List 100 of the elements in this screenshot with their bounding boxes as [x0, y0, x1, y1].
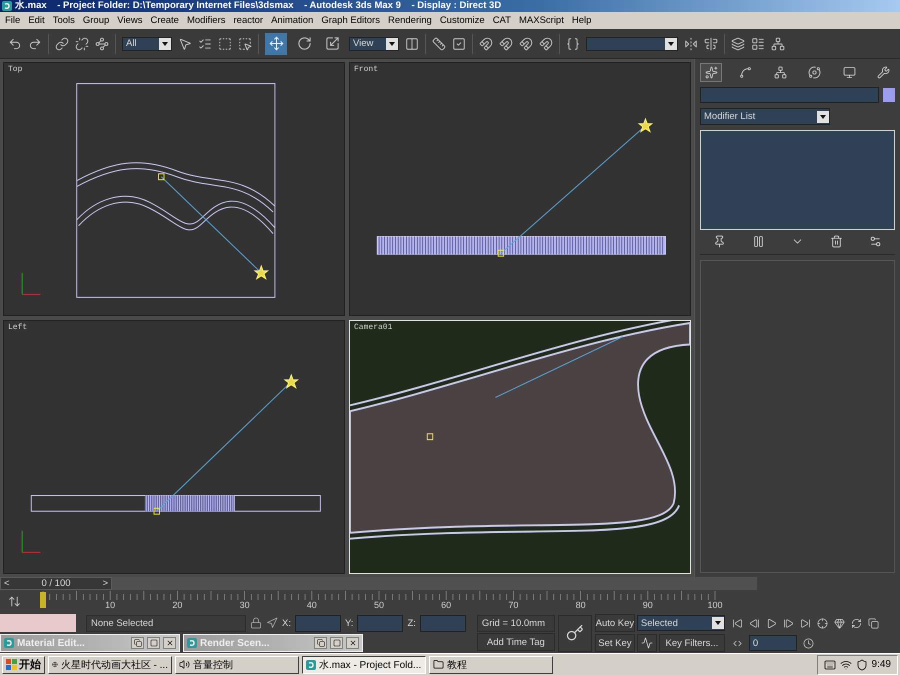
nodes-icon[interactable] — [95, 36, 109, 50]
menu-item[interactable]: Group — [78, 15, 114, 26]
curve-icon[interactable] — [640, 637, 653, 649]
viewport-label[interactable]: Front — [354, 65, 378, 74]
list-icon[interactable] — [198, 36, 212, 50]
close-button[interactable] — [163, 637, 176, 649]
next-frame-button[interactable]: > — [102, 578, 108, 589]
auto-key-button[interactable]: Auto Key — [594, 614, 635, 632]
maxscript-listener-field[interactable] — [0, 614, 76, 632]
menu-item[interactable]: MAXScript — [514, 15, 568, 26]
dashed-square-icon[interactable] — [218, 36, 232, 50]
broken-link-icon[interactable] — [75, 36, 89, 50]
menu-item[interactable]: CAT — [488, 15, 515, 26]
taskbar-button[interactable]: 音量控制 — [175, 656, 299, 674]
magnet-icon[interactable] — [479, 36, 493, 50]
menu-item[interactable]: Views — [113, 15, 146, 26]
set-key-mode-button[interactable]: Set Key — [594, 634, 635, 652]
monitor-icon[interactable] — [842, 66, 856, 79]
mirror-icon[interactable] — [684, 36, 698, 50]
keyboard-icon[interactable] — [824, 658, 836, 670]
maximize-icon[interactable] — [332, 639, 340, 647]
split-square-icon[interactable] — [405, 36, 419, 50]
menu-item[interactable]: Create — [146, 15, 183, 26]
time-slider-track[interactable]: < 0 / 100 > — [0, 577, 757, 590]
menu-item[interactable]: Tools — [48, 15, 79, 26]
create-tab[interactable] — [700, 63, 722, 82]
move-button[interactable] — [265, 32, 287, 54]
maximize-icon[interactable] — [150, 639, 158, 647]
dashed-square-pointer-icon[interactable] — [238, 36, 252, 50]
pointer-icon[interactable] — [178, 36, 192, 50]
viewport[interactable]: Camera01 — [349, 320, 691, 574]
curve-icon[interactable] — [739, 66, 752, 79]
modifier-stack-list[interactable] — [700, 130, 895, 230]
previous-frame-icon[interactable] — [748, 618, 760, 628]
ruler-icon[interactable] — [432, 36, 446, 50]
reference-coordinate-dropdown[interactable]: View — [349, 36, 399, 50]
tangent-button[interactable] — [636, 634, 657, 652]
z-coordinate-field[interactable] — [420, 614, 466, 632]
scale-icon[interactable] — [324, 36, 340, 51]
menu-item[interactable]: Customize — [436, 15, 489, 26]
viewport[interactable]: Left — [3, 320, 345, 574]
configure-icon[interactable] — [869, 235, 882, 248]
time-marker[interactable] — [40, 592, 46, 608]
windows-icon[interactable] — [868, 618, 879, 628]
time-slider-thumb[interactable]: < 0 / 100 > — [0, 577, 112, 590]
arrow-icon[interactable] — [266, 617, 278, 629]
first-frame-icon[interactable] — [732, 618, 743, 628]
rotate-icon[interactable] — [296, 36, 312, 51]
hierarchy-icon[interactable] — [774, 66, 787, 79]
restore-icon[interactable] — [134, 639, 142, 647]
menu-item[interactable]: Modifiers — [182, 15, 230, 26]
sparkle-icon[interactable] — [704, 66, 718, 79]
close-button[interactable] — [346, 637, 359, 649]
selection-filter-dropdown[interactable]: All — [122, 36, 172, 50]
align-icon[interactable] — [704, 36, 718, 50]
key-filters-button[interactable]: Key Filters... — [658, 634, 725, 652]
last-frame-icon[interactable] — [800, 618, 811, 628]
move-icon[interactable] — [268, 36, 284, 51]
taskbar-button[interactable]: 教程 — [429, 656, 553, 674]
menu-item[interactable]: Rendering — [384, 15, 436, 26]
menu-item[interactable]: reactor — [230, 15, 268, 26]
viewport-label[interactable]: Camera01 — [354, 323, 392, 332]
time-configuration-icon[interactable] — [802, 638, 814, 648]
set-key-button[interactable] — [558, 614, 592, 652]
two-bars-icon[interactable] — [752, 235, 765, 248]
lock-icon[interactable] — [250, 617, 262, 629]
maximize-button[interactable] — [330, 637, 343, 649]
play-icon[interactable] — [766, 618, 777, 628]
redo-icon[interactable] — [28, 36, 42, 50]
next-frame-icon[interactable] — [782, 618, 794, 628]
magnet-icon[interactable] — [499, 36, 513, 50]
orbit-icon[interactable] — [808, 66, 822, 79]
restore-icon[interactable] — [316, 639, 324, 647]
restore-button[interactable] — [131, 637, 144, 649]
menu-item[interactable]: Animation — [267, 15, 318, 26]
menu-item[interactable]: Graph Editors — [317, 15, 384, 26]
taskbar-button[interactable]: 火星时代动画大社区 - ... — [48, 656, 172, 674]
close-icon[interactable] — [348, 639, 356, 647]
modifier-list-dropdown[interactable]: Modifier List — [700, 108, 830, 125]
previous-frame-button[interactable]: < — [4, 578, 10, 589]
maximize-button[interactable] — [147, 637, 160, 649]
add-time-tag-button[interactable]: Add Time Tag — [476, 633, 555, 651]
gem-icon[interactable] — [834, 618, 845, 628]
magnet-icon[interactable] — [539, 36, 553, 50]
named-selection-dropdown[interactable] — [586, 36, 678, 50]
current-frame-field[interactable]: 0 — [748, 635, 797, 651]
restore-button[interactable] — [314, 637, 327, 649]
close-icon[interactable] — [166, 639, 174, 647]
viewport[interactable]: Front — [349, 62, 691, 316]
trash-icon[interactable] — [830, 235, 843, 248]
viewport-label[interactable]: Left — [8, 323, 28, 332]
undo-icon[interactable] — [8, 36, 22, 50]
braces-icon[interactable] — [566, 36, 580, 50]
curve-editor-toggle-icon[interactable] — [8, 595, 21, 608]
chain-link-icon[interactable] — [55, 36, 69, 50]
viewport[interactable]: Top — [3, 62, 345, 316]
magnet-icon[interactable] — [519, 36, 533, 50]
y-coordinate-field[interactable] — [357, 614, 404, 632]
x-coordinate-field[interactable] — [294, 614, 341, 632]
crosshair-icon[interactable] — [816, 618, 828, 628]
